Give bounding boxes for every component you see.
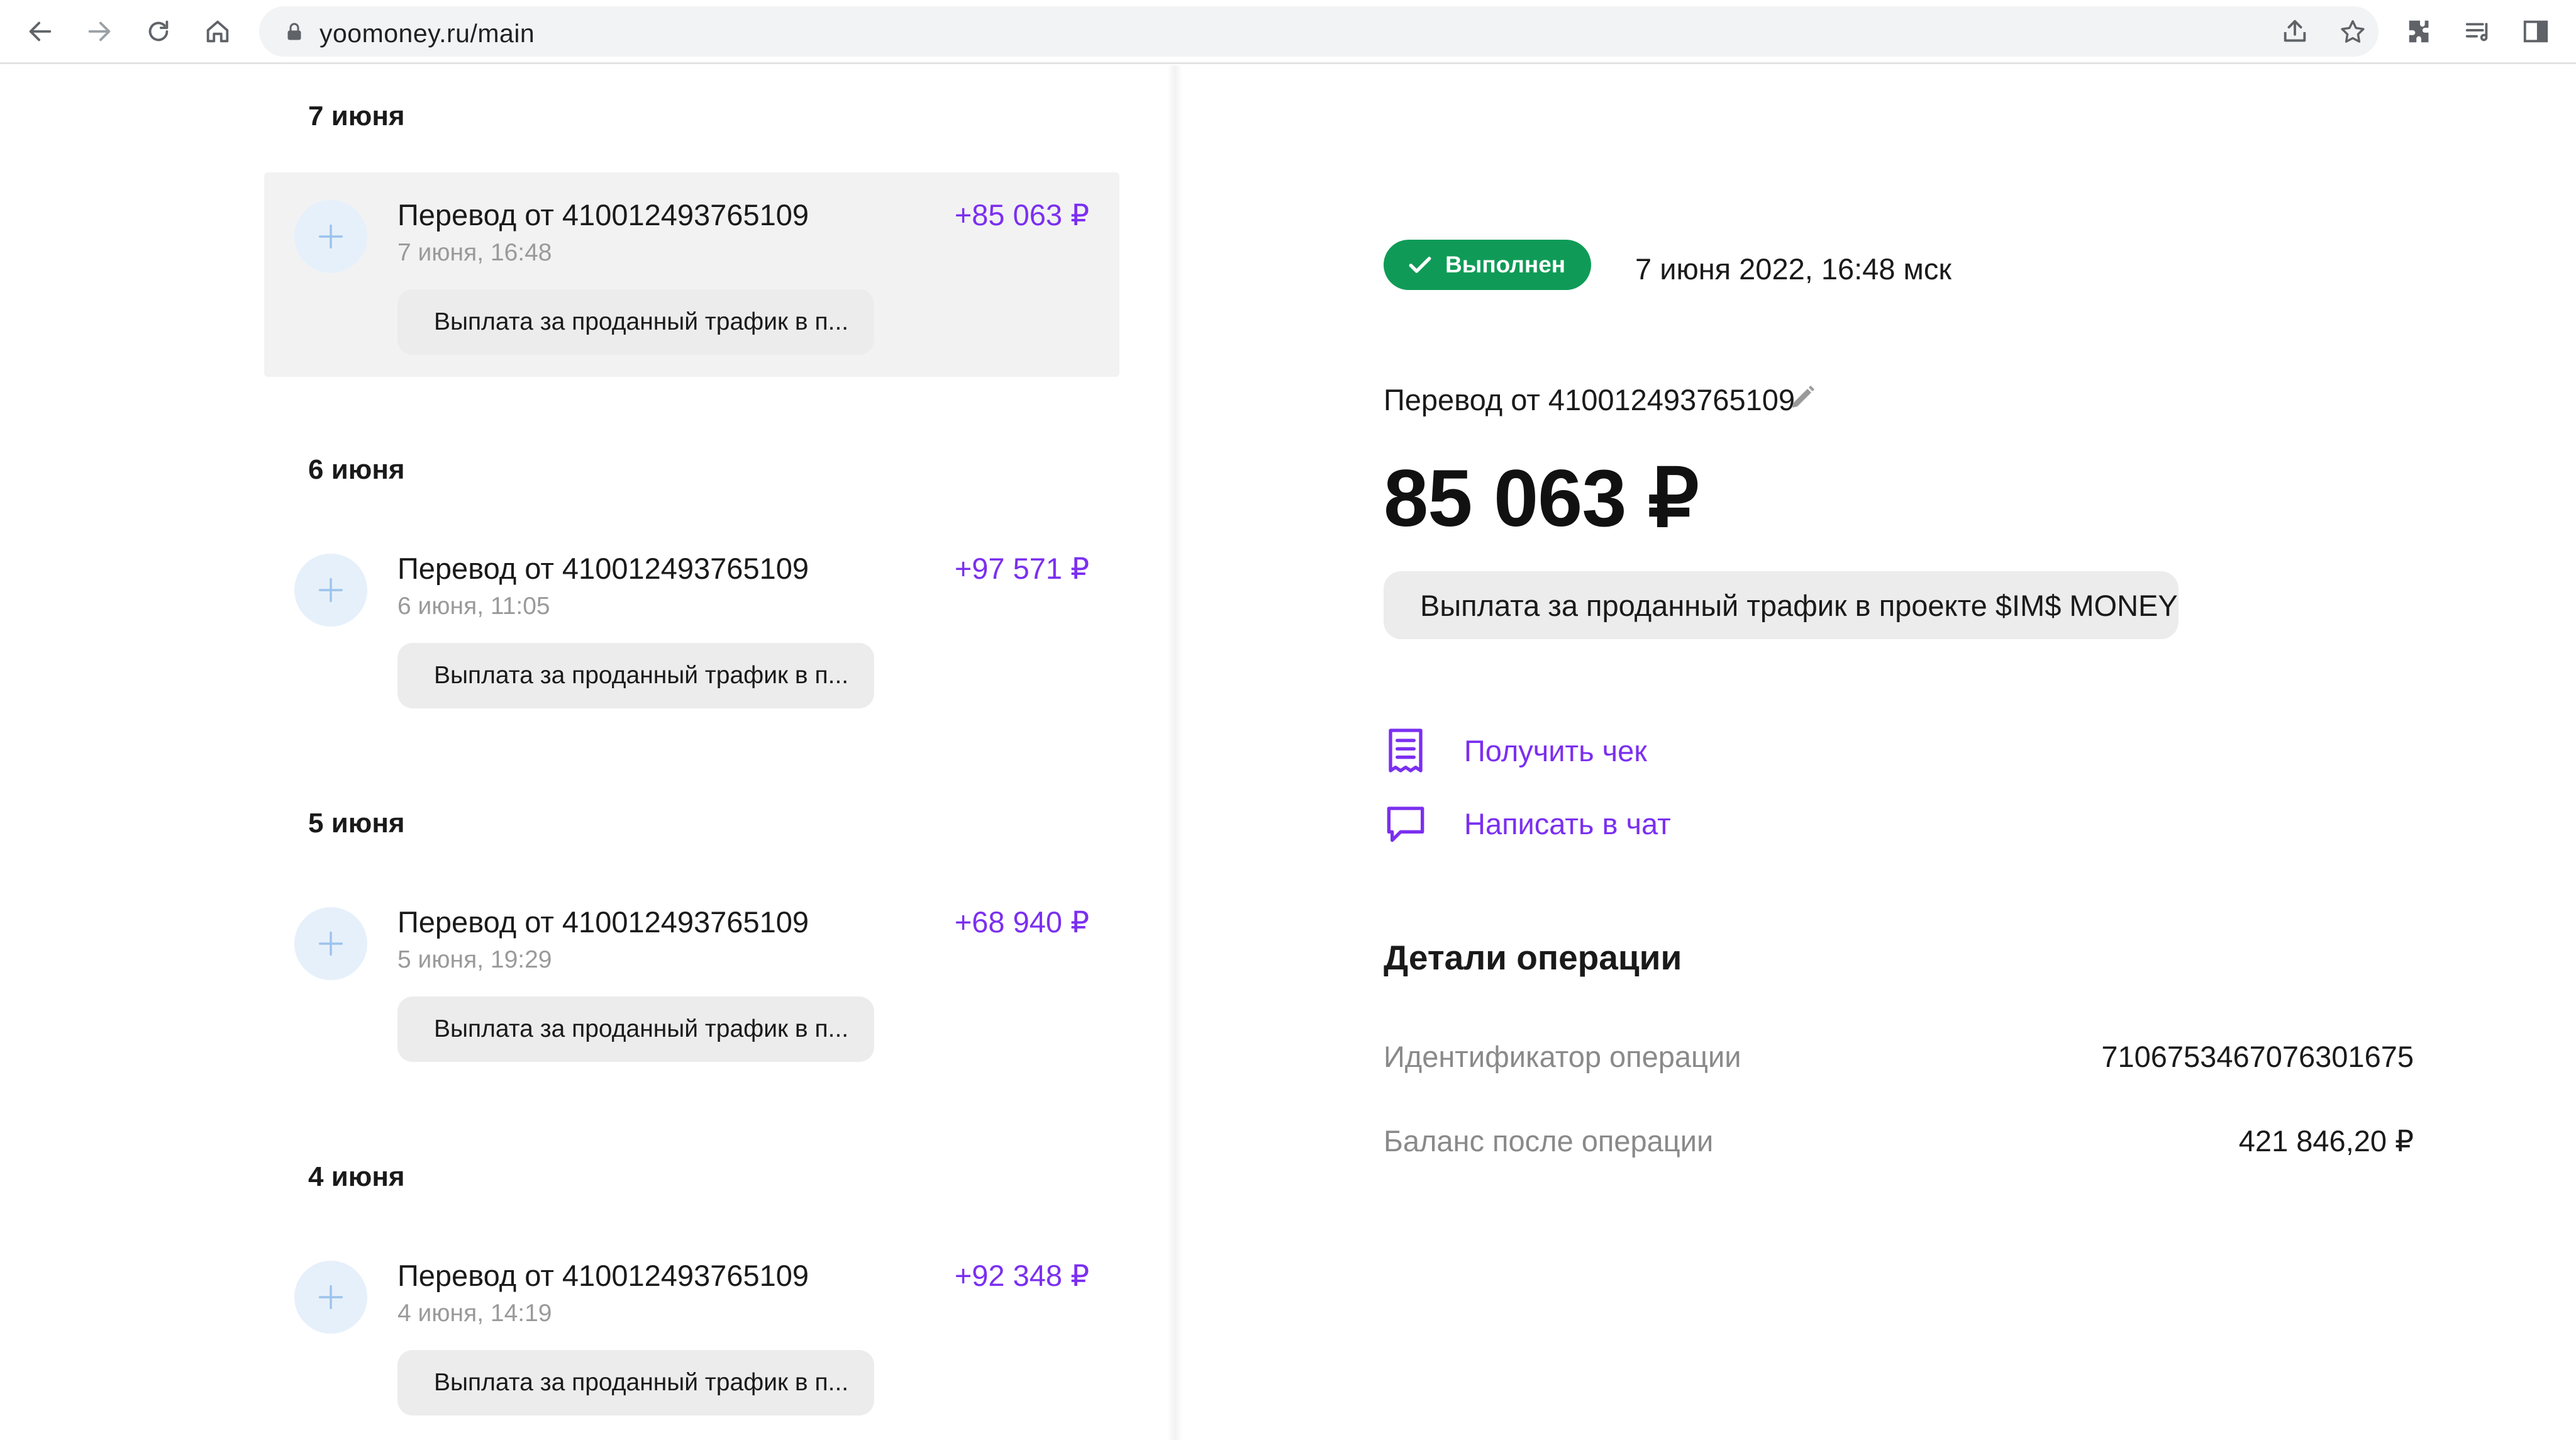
write-to-chat-label: Написать в чат xyxy=(1464,807,1671,840)
operation-comment: Выплата за проданный трафик в п... xyxy=(397,643,874,708)
operation-item-selected[interactable]: Перевод от 410012493765109 7 июня, 16:48… xyxy=(264,172,1119,377)
detail-label: Идентификатор операции xyxy=(1384,1040,1741,1073)
operation-amount: +85 063 ₽ xyxy=(954,198,1089,232)
plus-icon xyxy=(294,554,367,627)
operation-comment: Выплата за проданный трафик в п... xyxy=(397,289,874,355)
home-icon xyxy=(206,20,229,43)
write-to-chat-link[interactable]: Написать в чат xyxy=(1384,795,1671,852)
status-badge: Выполнен xyxy=(1384,240,1591,290)
reading-list-button[interactable] xyxy=(2462,15,2494,48)
operation-amount: +97 571 ₽ xyxy=(954,552,1089,585)
arrow-left-icon xyxy=(29,21,52,42)
operation-id-value: 710675346707630167​5 xyxy=(2101,1040,2414,1073)
forward-button[interactable] xyxy=(82,14,117,49)
puzzle-icon xyxy=(2409,20,2429,43)
operation-title: Перевод от 410012493765109 xyxy=(397,1259,809,1292)
plus-icon xyxy=(294,200,367,273)
operation-comment: Выплата за проданный трафик в проекте $I… xyxy=(1384,571,2179,639)
home-button[interactable] xyxy=(200,14,235,49)
arrow-right-icon xyxy=(88,21,111,42)
url-text: yoomoney.ru/main xyxy=(319,19,535,48)
operation-title: Перевод от 410012493765109 xyxy=(397,905,809,939)
operation-item[interactable]: Перевод от 410012493765109 4 июня, 14:19… xyxy=(264,1233,1119,1437)
operation-title: Перевод от 410012493765109 xyxy=(397,552,809,585)
operation-amount: +68 940 ₽ xyxy=(954,905,1089,939)
side-panel-icon xyxy=(2523,20,2548,43)
pencil-icon[interactable] xyxy=(1787,382,1818,413)
side-panel-button[interactable] xyxy=(2519,15,2552,48)
plus-icon xyxy=(294,1261,367,1334)
reload-button[interactable] xyxy=(141,14,176,49)
get-receipt-link[interactable]: Получить чек xyxy=(1384,722,1647,779)
lock-icon xyxy=(287,23,301,40)
operation-comment: Выплата за проданный трафик в п... xyxy=(397,996,874,1062)
receipt-icon xyxy=(1384,725,1428,776)
day-header: 7 июня xyxy=(308,101,405,131)
operation-datetime: 7 июня 2022, 16:48 мск xyxy=(1635,252,1951,286)
reload-icon xyxy=(148,20,169,42)
operation-item[interactable]: Перевод от 410012493765109 6 июня, 11:05… xyxy=(264,526,1119,730)
day-header: 4 июня xyxy=(308,1161,405,1192)
star-icon[interactable] xyxy=(2338,18,2367,47)
detail-label: Баланс после операции xyxy=(1384,1124,1714,1158)
details-section-title: Детали операции xyxy=(1384,938,1682,977)
address-bar[interactable]: yoomoney.ru/main xyxy=(259,6,2379,57)
day-header: 5 июня xyxy=(308,808,405,839)
plus-icon xyxy=(294,907,367,980)
check-icon xyxy=(1409,257,1431,273)
operation-item[interactable]: Перевод от 410012493765109 5 июня, 19:29… xyxy=(264,879,1119,1084)
operation-datetime: 5 июня, 19:29 xyxy=(397,946,552,973)
operation-amount: +92 348 ₽ xyxy=(954,1259,1089,1292)
share-icon[interactable] xyxy=(2280,18,2309,47)
back-button[interactable] xyxy=(23,14,58,49)
operation-title: Перевод от 410012493765109 xyxy=(1384,383,1796,416)
browser-toolbar: yoomoney.ru/main xyxy=(0,0,2576,64)
operation-datetime: 4 июня, 14:19 xyxy=(397,1300,552,1327)
day-header: 6 июня xyxy=(308,454,405,485)
operation-title: Перевод от 410012493765109 xyxy=(397,198,809,232)
reading-list-icon xyxy=(2465,23,2488,42)
status-label: Выполнен xyxy=(1445,252,1566,277)
chat-icon xyxy=(1384,798,1428,849)
pane-divider xyxy=(1167,65,1182,1440)
extensions-button[interactable] xyxy=(2404,15,2436,48)
get-receipt-label: Получить чек xyxy=(1464,734,1647,767)
operation-datetime: 7 июня, 16:48 xyxy=(397,239,552,266)
operation-amount: 85 063 ₽ xyxy=(1384,454,1699,544)
balance-value: 421 846,20 ₽ xyxy=(2238,1124,2414,1158)
operation-comment: Выплата за проданный трафик в п... xyxy=(397,1350,874,1415)
operation-datetime: 6 июня, 11:05 xyxy=(397,593,550,620)
